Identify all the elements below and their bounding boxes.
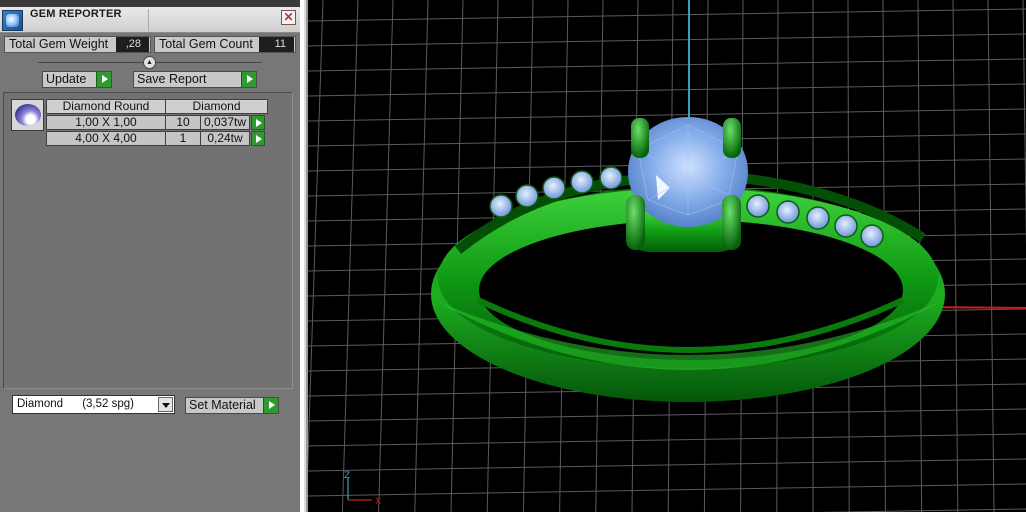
update-button-label: Update — [46, 72, 87, 86]
prong-front-left — [626, 195, 645, 250]
play-arrow-icon — [241, 72, 256, 87]
prong-back-right — [723, 118, 741, 158]
gem-count-cell: 10 — [165, 115, 201, 130]
table-header-shape: Diamond Round — [46, 99, 166, 114]
material-selected-value: Diamond (3,52 spg) — [17, 398, 134, 410]
set-material-button-label: Set Material — [189, 398, 256, 412]
side-gem — [515, 184, 539, 208]
total-gem-count-label: Total Gem Count — [159, 37, 253, 51]
side-gem — [806, 206, 830, 230]
play-arrow-icon[interactable] — [251, 131, 265, 146]
grid-line — [987, 0, 995, 512]
grid-line — [378, 0, 394, 512]
play-arrow-icon[interactable] — [251, 115, 265, 130]
window-title: GEM REPORTER — [30, 8, 122, 20]
side-gem — [570, 170, 594, 194]
save-report-button-label: Save Report — [137, 72, 207, 86]
gem-size-cell: 1,00 X 1,00 — [46, 115, 166, 130]
side-gem — [834, 214, 858, 238]
viewport-canvas: Z X — [308, 0, 1026, 512]
set-material-button[interactable]: Set Material — [185, 397, 279, 414]
close-icon[interactable]: ✕ — [281, 10, 296, 25]
triad-x-label: X — [375, 497, 381, 507]
gem-reporter-app-icon — [2, 10, 23, 31]
gem-reporter-panel: GEM REPORTER ✕ Total Gem Weight ,28 Tota… — [0, 0, 300, 512]
total-gem-count-value: 11 — [259, 37, 294, 52]
chevron-down-icon[interactable] — [158, 397, 173, 412]
table-header-material: Diamond — [165, 99, 268, 114]
grid-line — [308, 0, 324, 473]
prong-front-right — [722, 195, 741, 250]
side-gem — [776, 200, 800, 224]
diamond-round-icon — [11, 99, 44, 131]
title-bar[interactable]: GEM REPORTER ✕ — [0, 7, 300, 33]
panel-splitter[interactable] — [300, 0, 308, 512]
side-gem — [860, 224, 884, 248]
gem-weight-cell: 0,24tw — [200, 131, 250, 146]
play-arrow-icon — [263, 398, 278, 413]
play-arrow-icon — [96, 72, 111, 87]
save-report-button[interactable]: Save Report — [133, 71, 257, 88]
grid-line — [308, 433, 1026, 447]
total-gem-weight-value: ,28 — [116, 37, 149, 52]
window-top-strip — [0, 0, 300, 7]
ring-model[interactable] — [431, 117, 945, 402]
prong-back-left — [631, 118, 649, 158]
side-gem — [542, 176, 566, 200]
collapse-icon[interactable]: ▲ — [143, 56, 156, 69]
grid-line — [308, 408, 1026, 422]
3d-viewport[interactable]: Z X — [308, 0, 1026, 512]
side-gem — [599, 166, 623, 190]
gem-count-cell: 1 — [165, 131, 201, 146]
total-gem-weight-label: Total Gem Weight — [9, 37, 109, 51]
triad-z-label: Z — [344, 471, 350, 481]
gem-list: Diamond Round Diamond 1,00 X 1,00 10 0,0… — [3, 92, 293, 389]
gem-size-cell: 4,00 X 4,00 — [46, 131, 166, 146]
side-gem — [746, 194, 770, 218]
grid-line — [341, 0, 359, 512]
title-divider — [148, 9, 149, 31]
axis-triad: Z X — [344, 471, 381, 507]
gem-weight-cell: 0,037tw — [200, 115, 250, 130]
grid-line — [414, 0, 429, 512]
material-dropdown[interactable]: Diamond (3,52 spg) — [12, 395, 175, 414]
side-gem — [489, 194, 513, 218]
update-button[interactable]: Update — [42, 71, 112, 88]
